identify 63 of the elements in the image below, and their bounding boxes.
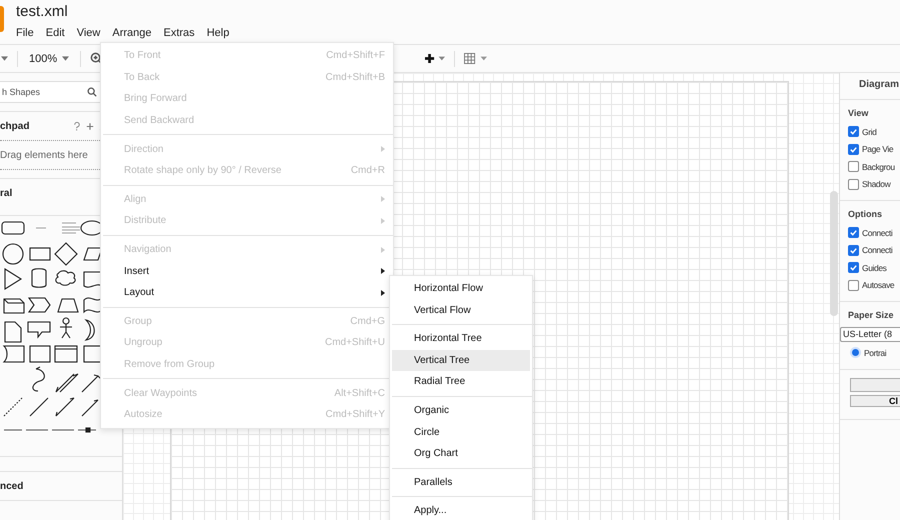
section-title: Options bbox=[848, 208, 883, 221]
checkbox[interactable] bbox=[848, 178, 859, 190]
caret-icon[interactable] bbox=[1, 56, 8, 61]
drop-hint: Drag elements here bbox=[0, 150, 88, 160]
menu-item[interactable]: Organic bbox=[392, 400, 530, 422]
option-label: Autosave bbox=[862, 280, 894, 290]
option-label: Connecti bbox=[862, 245, 892, 256]
checkbox[interactable] bbox=[848, 227, 859, 238]
option-label: Portrai bbox=[864, 348, 886, 358]
zoom-dropdown[interactable]: 100% bbox=[27, 52, 72, 64]
menu-item[interactable]: File bbox=[16, 26, 34, 40]
menu-item[interactable]: Extras bbox=[164, 26, 195, 40]
help-icon[interactable] bbox=[73, 122, 81, 130]
checkbox[interactable] bbox=[848, 144, 859, 155]
option-label: Connecti bbox=[862, 228, 892, 238]
option-label: Grid bbox=[862, 126, 876, 137]
scrollbar[interactable] bbox=[830, 191, 838, 316]
diagram-tab[interactable]: Diagram bbox=[840, 73, 900, 100]
submenu-arrow-icon bbox=[381, 196, 385, 202]
menu-item[interactable]: Parallels bbox=[392, 472, 530, 494]
option-label: Guides bbox=[862, 262, 887, 273]
radio-button[interactable] bbox=[850, 347, 861, 358]
submenu-arrow-icon bbox=[381, 218, 385, 224]
search-field[interactable]: h Shapes bbox=[0, 81, 102, 103]
panel-button[interactable]: Cl bbox=[850, 394, 900, 406]
menu-item[interactable]: Horizontal Tree bbox=[392, 328, 530, 350]
menu-item[interactable]: Apply... bbox=[392, 500, 530, 520]
menu-item[interactable]: Vertical Flow bbox=[392, 300, 530, 322]
app-logo-icon bbox=[0, 6, 4, 32]
menu-item[interactable]: View bbox=[76, 26, 100, 40]
plus-icon[interactable] bbox=[425, 53, 446, 64]
menu-item[interactable]: Help bbox=[206, 26, 230, 40]
submenu-arrow-icon bbox=[381, 290, 385, 296]
paper-size-dropdown[interactable]: US-Letter (8 bbox=[840, 327, 900, 342]
section-title[interactable]: nced bbox=[0, 480, 24, 492]
menu-item[interactable]: Circle bbox=[392, 422, 530, 444]
document-title: test.xml bbox=[16, 3, 69, 21]
menu-item[interactable]: Edit bbox=[46, 26, 65, 40]
submenu-arrow-icon bbox=[381, 268, 385, 274]
checkbox[interactable] bbox=[848, 161, 859, 172]
caret-icon bbox=[62, 56, 70, 61]
menu-item[interactable]: Insert bbox=[101, 260, 393, 282]
section-title[interactable]: ral bbox=[0, 188, 12, 198]
section-title: View bbox=[848, 107, 870, 120]
checkbox[interactable] bbox=[848, 244, 859, 256]
search-icon bbox=[87, 87, 97, 97]
checkbox[interactable] bbox=[848, 262, 859, 274]
menu-item[interactable]: Arrange bbox=[112, 26, 152, 40]
menu-item[interactable]: Org Chart bbox=[392, 443, 530, 465]
submenu-arrow-icon bbox=[381, 146, 385, 152]
table-icon[interactable] bbox=[464, 53, 488, 64]
menu-item[interactable]: Vertical Tree bbox=[392, 350, 530, 372]
checkbox[interactable] bbox=[848, 126, 859, 138]
option-label: Page Vie bbox=[862, 144, 894, 154]
checkbox[interactable] bbox=[848, 280, 859, 291]
section-title[interactable]: chpad bbox=[0, 120, 30, 132]
menu-item[interactable]: Radial Tree bbox=[392, 371, 530, 393]
option-label: Shadow bbox=[862, 179, 890, 190]
submenu-arrow-icon bbox=[381, 246, 385, 253]
option-label: Backgrou bbox=[862, 162, 895, 172]
menu-item[interactable]: Layout bbox=[101, 282, 393, 304]
menu-item[interactable]: Horizontal Flow bbox=[392, 278, 530, 300]
section-title: Paper Size bbox=[848, 309, 895, 322]
